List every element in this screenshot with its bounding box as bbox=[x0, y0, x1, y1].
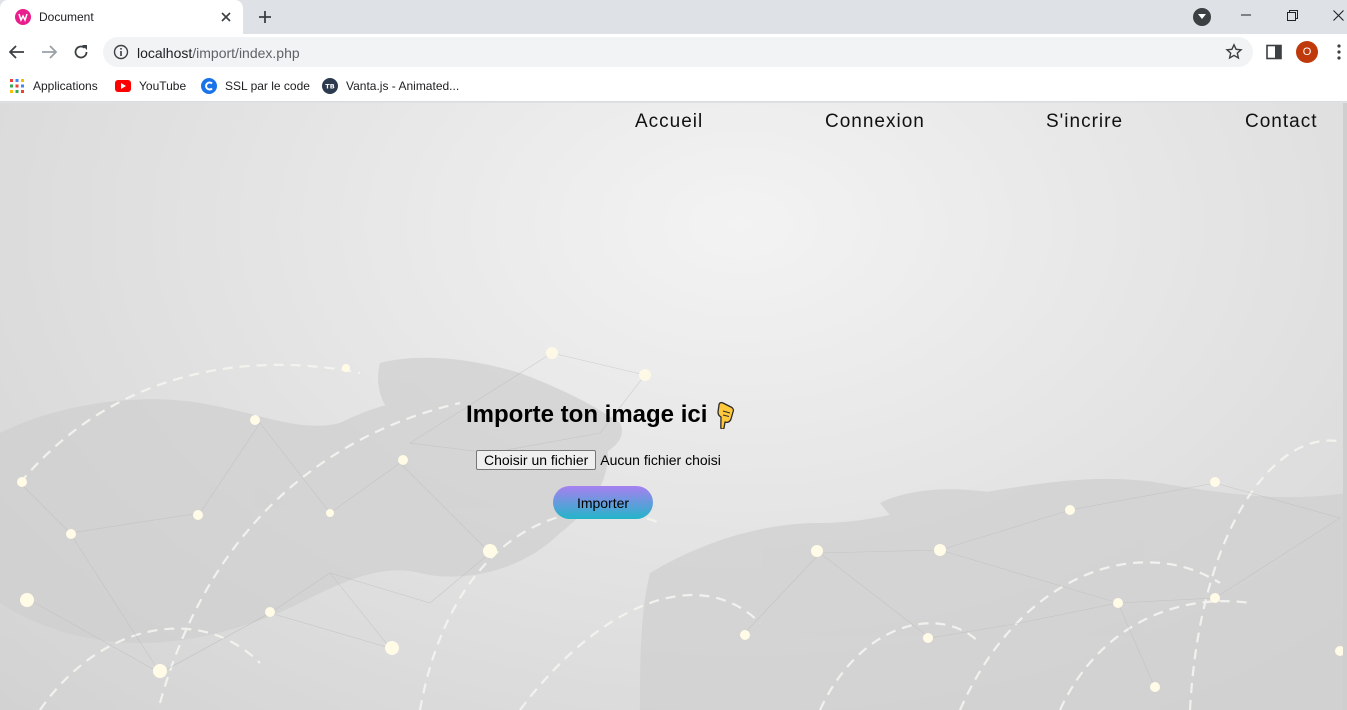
restore-icon[interactable] bbox=[1279, 4, 1305, 26]
tab-search-icon[interactable] bbox=[1193, 8, 1211, 26]
profile-avatar[interactable]: O bbox=[1296, 41, 1318, 63]
bookmark-ssl[interactable]: SSL par le code bbox=[201, 76, 310, 96]
bookmark-star-icon[interactable] bbox=[1225, 43, 1243, 61]
url-text: localhost/import/index.php bbox=[137, 45, 300, 61]
browser-toolbar: localhost/import/index.php bbox=[0, 34, 1347, 70]
nav-link-contact[interactable]: Contact bbox=[1245, 111, 1317, 133]
favicon-icon bbox=[15, 9, 31, 25]
close-window-icon[interactable] bbox=[1325, 4, 1347, 26]
youtube-icon bbox=[115, 78, 131, 94]
choose-file-button[interactable]: Choisir un fichier bbox=[476, 450, 597, 470]
side-panel-icon[interactable] bbox=[1265, 43, 1283, 61]
bookmarks-bar: Applications YouTube SSL par le code TB … bbox=[0, 70, 1347, 102]
nav-link-sinscrire[interactable]: S'incrire bbox=[1046, 111, 1123, 133]
page-viewport: Accueil Connexion S'incrire Contact Impo… bbox=[0, 103, 1347, 710]
new-tab-icon[interactable] bbox=[254, 6, 276, 28]
bookmark-label: YouTube bbox=[139, 79, 187, 93]
pointing-down-hand-icon bbox=[717, 401, 735, 429]
tab-strip: Document bbox=[0, 0, 1347, 34]
bookmark-label: Vanta.js - Animated... bbox=[346, 79, 460, 93]
bookmark-label: Applications bbox=[33, 79, 98, 93]
url-path: /import/index.php bbox=[192, 45, 300, 61]
vanta-tb-icon: TB bbox=[322, 78, 338, 94]
minimize-icon[interactable] bbox=[1233, 4, 1259, 26]
address-bar[interactable]: localhost/import/index.php bbox=[103, 37, 1253, 67]
back-icon[interactable] bbox=[5, 40, 29, 64]
import-button[interactable]: Importer bbox=[553, 486, 653, 519]
forward-icon[interactable] bbox=[37, 40, 61, 64]
page-scrollbar[interactable] bbox=[1343, 103, 1347, 710]
ssl-c-icon bbox=[201, 78, 217, 94]
apps-grid-icon bbox=[9, 78, 25, 94]
url-host: localhost bbox=[137, 45, 193, 61]
nav-link-accueil[interactable]: Accueil bbox=[635, 111, 703, 133]
file-input[interactable]: Choisir un fichier Aucun fichier choisi bbox=[476, 450, 721, 470]
bookmark-youtube[interactable]: YouTube bbox=[115, 76, 186, 96]
heading-text: Importe ton image ici bbox=[466, 401, 708, 428]
svg-text:TB: TB bbox=[325, 83, 334, 91]
tab-title: Document bbox=[39, 10, 94, 24]
bookmark-vanta[interactable]: TB Vanta.js - Animated... bbox=[322, 76, 459, 96]
bookmark-label: SSL par le code bbox=[225, 79, 310, 93]
browser-tab[interactable]: Document bbox=[0, 0, 243, 34]
menu-icon[interactable] bbox=[1331, 43, 1347, 61]
site-info-icon[interactable] bbox=[113, 44, 129, 60]
nav-link-connexion[interactable]: Connexion bbox=[825, 111, 925, 133]
page-heading: Importe ton image ici bbox=[466, 401, 737, 429]
bookmark-applications[interactable]: Applications bbox=[9, 76, 98, 96]
reload-icon[interactable] bbox=[69, 40, 93, 64]
tab-close-icon[interactable] bbox=[218, 9, 234, 25]
file-status-text: Aucun fichier choisi bbox=[600, 452, 721, 468]
